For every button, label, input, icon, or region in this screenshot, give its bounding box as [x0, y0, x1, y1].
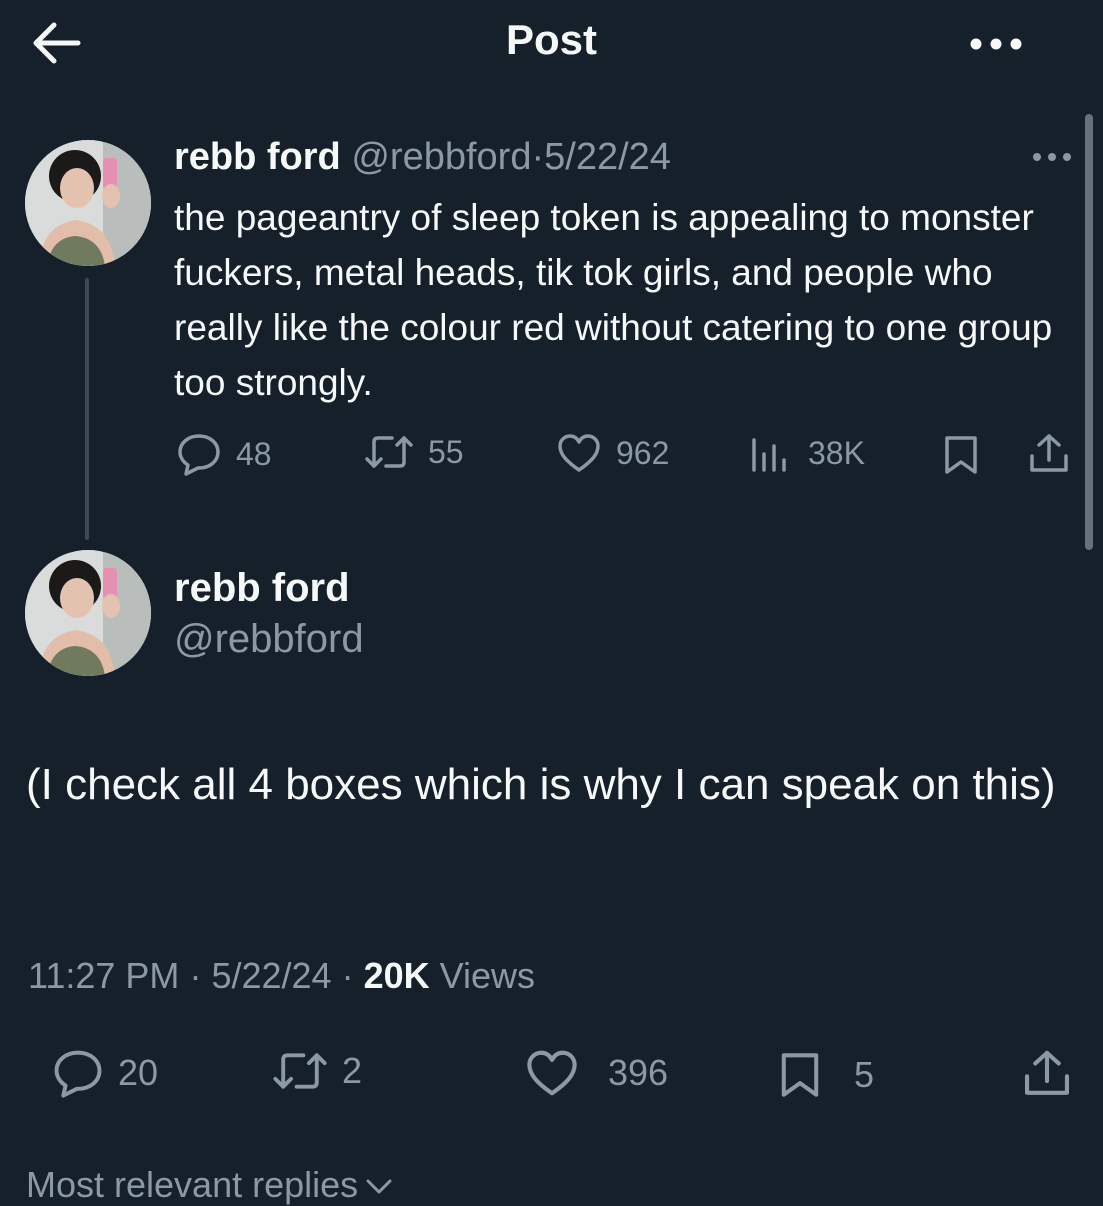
reply-button[interactable]: 20 [52, 1048, 158, 1098]
bookmark-count: 5 [854, 1054, 875, 1095]
share-icon [1030, 434, 1068, 472]
reply-count: 20 [118, 1052, 159, 1093]
views-chart-icon [752, 438, 786, 472]
more-options-button[interactable] [964, 30, 1028, 58]
views-button[interactable]: 38K [748, 432, 865, 474]
page-title: Post [505, 16, 597, 63]
reply-count: 48 [236, 435, 272, 472]
share-icon [1024, 1050, 1070, 1095]
heart-icon [527, 1050, 577, 1096]
like-button[interactable]: 396 [524, 1048, 668, 1098]
repost-count: 2 [342, 1050, 363, 1091]
more-horizontal-icon [1033, 153, 1071, 161]
reply-icon [178, 434, 220, 476]
parent-tweet-header: rebb ford @rebbford·5/22/24 [174, 136, 671, 179]
repost-icon [273, 1053, 327, 1089]
views-label[interactable]: Views [440, 955, 535, 996]
tweet-meta: 11:27 PM · 5/22/24 · 20K Views [28, 955, 535, 997]
bookmark-icon [945, 436, 977, 474]
repost-icon [365, 436, 413, 468]
like-count: 962 [616, 434, 670, 471]
views-count: 38K [808, 434, 865, 471]
post-time: 11:27 PM [28, 955, 180, 996]
avatar[interactable] [25, 550, 151, 676]
tweet-more-button[interactable] [1028, 145, 1076, 169]
tweet-text: (I check all 4 boxes which is why I can … [26, 760, 1056, 809]
separator: · [189, 955, 202, 996]
display-name[interactable]: rebb ford [174, 136, 341, 178]
bookmark-icon [781, 1053, 819, 1097]
bookmark-button[interactable]: 5 [778, 1048, 874, 1102]
reply-button[interactable]: 48 [176, 432, 272, 476]
thread-line [85, 278, 89, 540]
reply-icon [54, 1050, 102, 1098]
tweet-text: the pageantry of sleep token is appealin… [174, 197, 1053, 403]
handle[interactable]: @rebbford [174, 617, 364, 662]
post-date[interactable]: 5/22/24 [544, 136, 671, 178]
bookmark-button[interactable] [942, 434, 980, 476]
post-date: 5/22/24 [211, 955, 332, 996]
more-horizontal-icon [970, 38, 1022, 50]
display-name[interactable]: rebb ford [174, 566, 350, 611]
separator: · [341, 955, 354, 996]
repost-button[interactable]: 2 [272, 1048, 362, 1094]
repost-count: 55 [428, 433, 464, 470]
scrollbar[interactable] [1085, 114, 1093, 550]
repost-button[interactable]: 55 [364, 432, 464, 472]
separator: · [531, 136, 545, 178]
avatar[interactable] [25, 140, 151, 266]
like-count: 396 [608, 1052, 669, 1093]
share-button[interactable] [1026, 432, 1072, 476]
share-button[interactable] [1020, 1048, 1074, 1100]
like-button[interactable]: 962 [556, 432, 669, 474]
heart-icon [558, 434, 600, 472]
handle[interactable]: @rebbford [351, 136, 531, 178]
chevron-down-icon [366, 1179, 392, 1194]
views-count[interactable]: 20K [364, 955, 430, 996]
